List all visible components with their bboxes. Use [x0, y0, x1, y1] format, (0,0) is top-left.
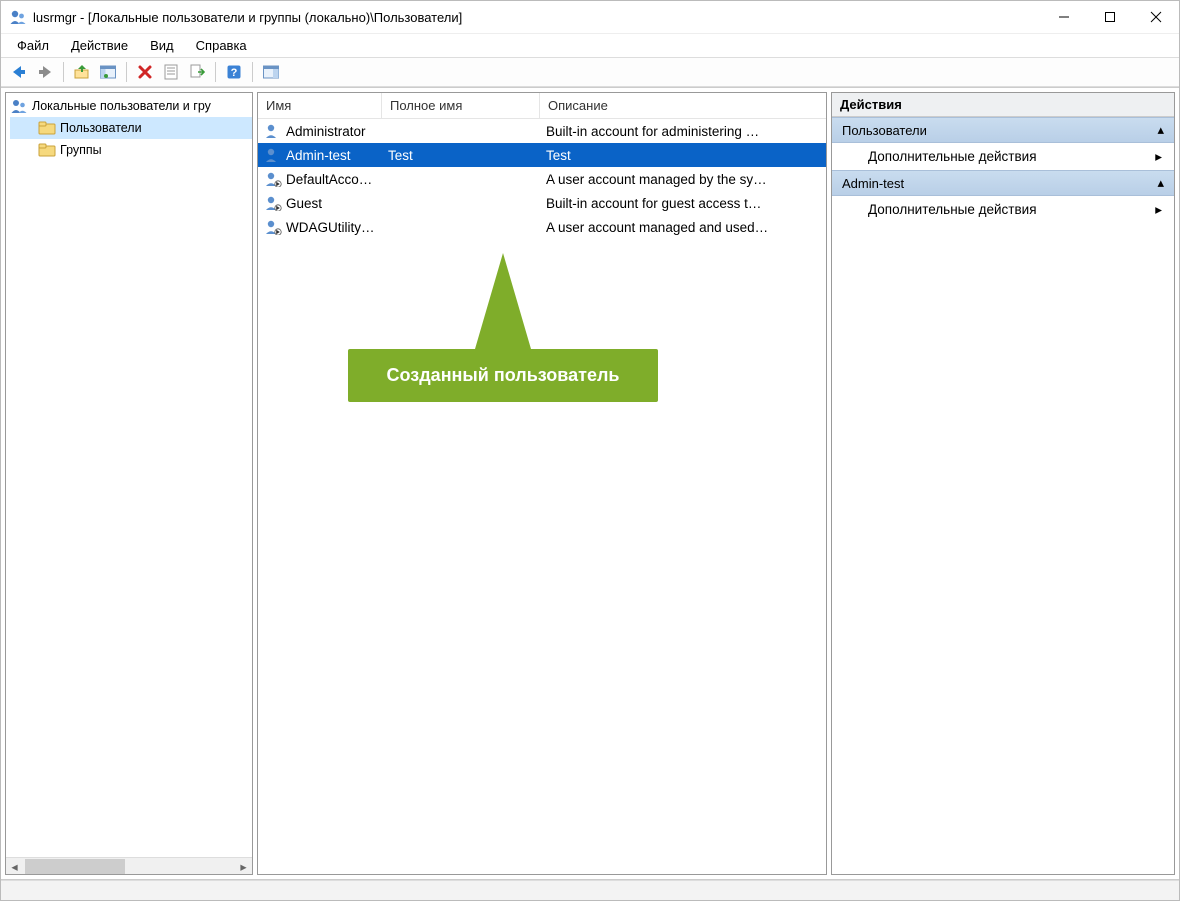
tree-horizontal-scrollbar[interactable]: ◂ ▸: [6, 857, 252, 874]
tree-users-label: Пользователи: [60, 121, 142, 135]
users-groups-icon: [10, 98, 28, 114]
tree-body: Локальные пользователи и гру Пользовател…: [6, 93, 252, 857]
scroll-thumb[interactable]: [25, 859, 125, 874]
close-button[interactable]: [1133, 1, 1179, 33]
menu-action[interactable]: Действие: [61, 36, 138, 55]
column-name[interactable]: Имя: [258, 93, 382, 118]
menu-bar: Файл Действие Вид Справка: [1, 33, 1179, 57]
user-row[interactable]: DefaultAcco… A user account managed by t…: [258, 167, 826, 191]
scroll-right-icon[interactable]: ▸: [235, 858, 252, 875]
actions-group-header[interactable]: Пользователи ▴: [832, 117, 1174, 143]
toolbar: ?: [1, 57, 1179, 87]
column-description[interactable]: Описание: [540, 93, 826, 118]
user-row[interactable]: Guest Built-in account for guest access …: [258, 191, 826, 215]
collapse-icon: ▴: [1157, 122, 1164, 138]
actions-group-label: Admin-test: [842, 176, 904, 191]
user-name: Guest: [286, 196, 322, 211]
user-icon: [264, 147, 282, 163]
window-title: lusrmgr - [Локальные пользователи и груп…: [33, 10, 462, 25]
actions-item[interactable]: Дополнительные действия ▸: [832, 143, 1174, 170]
list-pane: Имя Полное имя Описание Administrator Bu…: [257, 92, 827, 875]
actions-group-label: Пользователи: [842, 123, 927, 138]
minimize-button[interactable]: [1041, 1, 1087, 33]
actions-pane-title: Действия: [832, 93, 1174, 117]
actions-pane: Действия Пользователи ▴Дополнительные де…: [831, 92, 1175, 875]
user-row[interactable]: Admin-test Test Test: [258, 143, 826, 167]
menu-view[interactable]: Вид: [140, 36, 184, 55]
app-icon: [9, 8, 27, 26]
folder-icon: [38, 142, 56, 158]
user-icon: [264, 171, 282, 187]
maximize-button[interactable]: [1087, 1, 1133, 33]
nav-back-button[interactable]: [7, 60, 31, 84]
folder-icon: [38, 120, 56, 136]
user-description: Built-in account for guest access t…: [540, 196, 826, 211]
window-controls: [1041, 1, 1179, 33]
up-one-level-button[interactable]: [70, 60, 94, 84]
tree-item-groups[interactable]: Группы: [10, 139, 252, 161]
toolbar-separator: [215, 62, 216, 82]
nav-forward-button[interactable]: [33, 60, 57, 84]
tree-groups-label: Группы: [60, 143, 102, 157]
scroll-left-icon[interactable]: ◂: [6, 858, 23, 875]
tree-pane: Локальные пользователи и гру Пользовател…: [5, 92, 253, 875]
user-rows: Administrator Built-in account for admin…: [258, 119, 826, 874]
delete-button[interactable]: [133, 60, 157, 84]
column-fullname[interactable]: Полное имя: [382, 93, 540, 118]
toolbar-separator: [63, 62, 64, 82]
toolbar-separator: [252, 62, 253, 82]
title-bar: lusrmgr - [Локальные пользователи и груп…: [1, 1, 1179, 33]
show-hide-action-pane-button[interactable]: [259, 60, 283, 84]
user-name: Admin-test: [286, 148, 351, 163]
user-description: A user account managed by the sy…: [540, 172, 826, 187]
submenu-icon: ▸: [1155, 202, 1162, 218]
user-name: Administrator: [286, 124, 366, 139]
column-headers: Имя Полное имя Описание: [258, 93, 826, 119]
collapse-icon: ▴: [1157, 175, 1164, 191]
actions-group-header[interactable]: Admin-test ▴: [832, 170, 1174, 196]
submenu-icon: ▸: [1155, 149, 1162, 165]
tree-root-label: Локальные пользователи и гру: [32, 99, 211, 113]
menu-help[interactable]: Справка: [186, 36, 257, 55]
user-icon: [264, 123, 282, 139]
properties-button[interactable]: [159, 60, 183, 84]
tree-item-users[interactable]: Пользователи: [10, 117, 252, 139]
actions-body: Пользователи ▴Дополнительные действия ▸A…: [832, 117, 1174, 223]
status-bar: [1, 880, 1179, 900]
user-description: A user account managed and used…: [540, 220, 826, 235]
user-description: Test: [540, 148, 826, 163]
menu-file[interactable]: Файл: [7, 36, 59, 55]
export-list-button[interactable]: [185, 60, 209, 84]
user-icon: [264, 219, 282, 235]
toolbar-separator: [126, 62, 127, 82]
help-button[interactable]: ?: [222, 60, 246, 84]
user-fullname: Test: [382, 148, 540, 163]
user-icon: [264, 195, 282, 211]
user-name: WDAGUtility…: [286, 220, 375, 235]
user-row[interactable]: WDAGUtility… A user account managed and …: [258, 215, 826, 239]
show-hide-tree-button[interactable]: [96, 60, 120, 84]
main-content: Локальные пользователи и гру Пользовател…: [1, 87, 1179, 880]
actions-item-label: Дополнительные действия: [868, 202, 1037, 217]
svg-text:?: ?: [231, 67, 238, 79]
user-row[interactable]: Administrator Built-in account for admin…: [258, 119, 826, 143]
user-description: Built-in account for administering …: [540, 124, 826, 139]
actions-item-label: Дополнительные действия: [868, 149, 1037, 164]
user-name: DefaultAcco…: [286, 172, 372, 187]
tree-root[interactable]: Локальные пользователи и гру: [10, 95, 252, 117]
actions-item[interactable]: Дополнительные действия ▸: [832, 196, 1174, 223]
app-window: lusrmgr - [Локальные пользователи и груп…: [0, 0, 1180, 901]
